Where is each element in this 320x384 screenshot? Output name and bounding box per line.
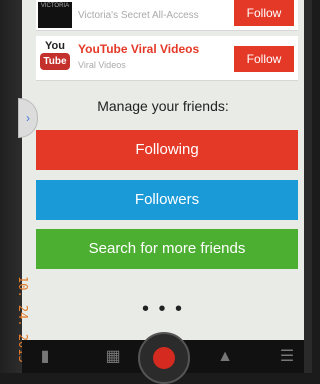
list-icon[interactable]: ☰: [278, 348, 296, 366]
record-dot-icon: [153, 347, 175, 369]
search-friends-button[interactable]: Search for more friends: [36, 229, 298, 269]
follow-button[interactable]: Follow: [234, 46, 294, 72]
grid-icon[interactable]: ▦: [104, 348, 122, 366]
people-icon[interactable]: ▲: [216, 348, 234, 366]
manage-heading: Manage your friends:: [97, 98, 229, 114]
following-button[interactable]: Following: [36, 130, 298, 170]
list-item: VICTORIA Victoria's Secret All-Access Fo…: [36, 0, 298, 31]
app-screen: VICTORIA Victoria's Secret All-Access Fo…: [22, 0, 304, 340]
film-icon[interactable]: ▮: [36, 348, 54, 366]
youtube-logo: You Tube: [38, 40, 72, 74]
record-button[interactable]: [138, 332, 190, 384]
logo-text-you: You: [45, 40, 65, 52]
more-dots[interactable]: • • •: [22, 298, 304, 321]
logo-text-tube: Tube: [40, 53, 70, 70]
item-subtitle: Victoria's Secret All-Access: [78, 10, 199, 21]
item-subtitle: Viral Videos: [78, 60, 126, 70]
chevron-right-icon: ›: [26, 111, 30, 125]
camera-navbar: ▮ ▦ ▲ ☰: [22, 332, 304, 384]
thumbnail: VICTORIA: [38, 2, 72, 28]
item-title[interactable]: YouTube Viral Videos: [78, 42, 199, 56]
followers-button[interactable]: Followers: [36, 180, 298, 220]
list-item: You Tube YouTube Viral Videos Viral Vide…: [36, 36, 298, 81]
follow-button[interactable]: Follow: [234, 0, 294, 26]
